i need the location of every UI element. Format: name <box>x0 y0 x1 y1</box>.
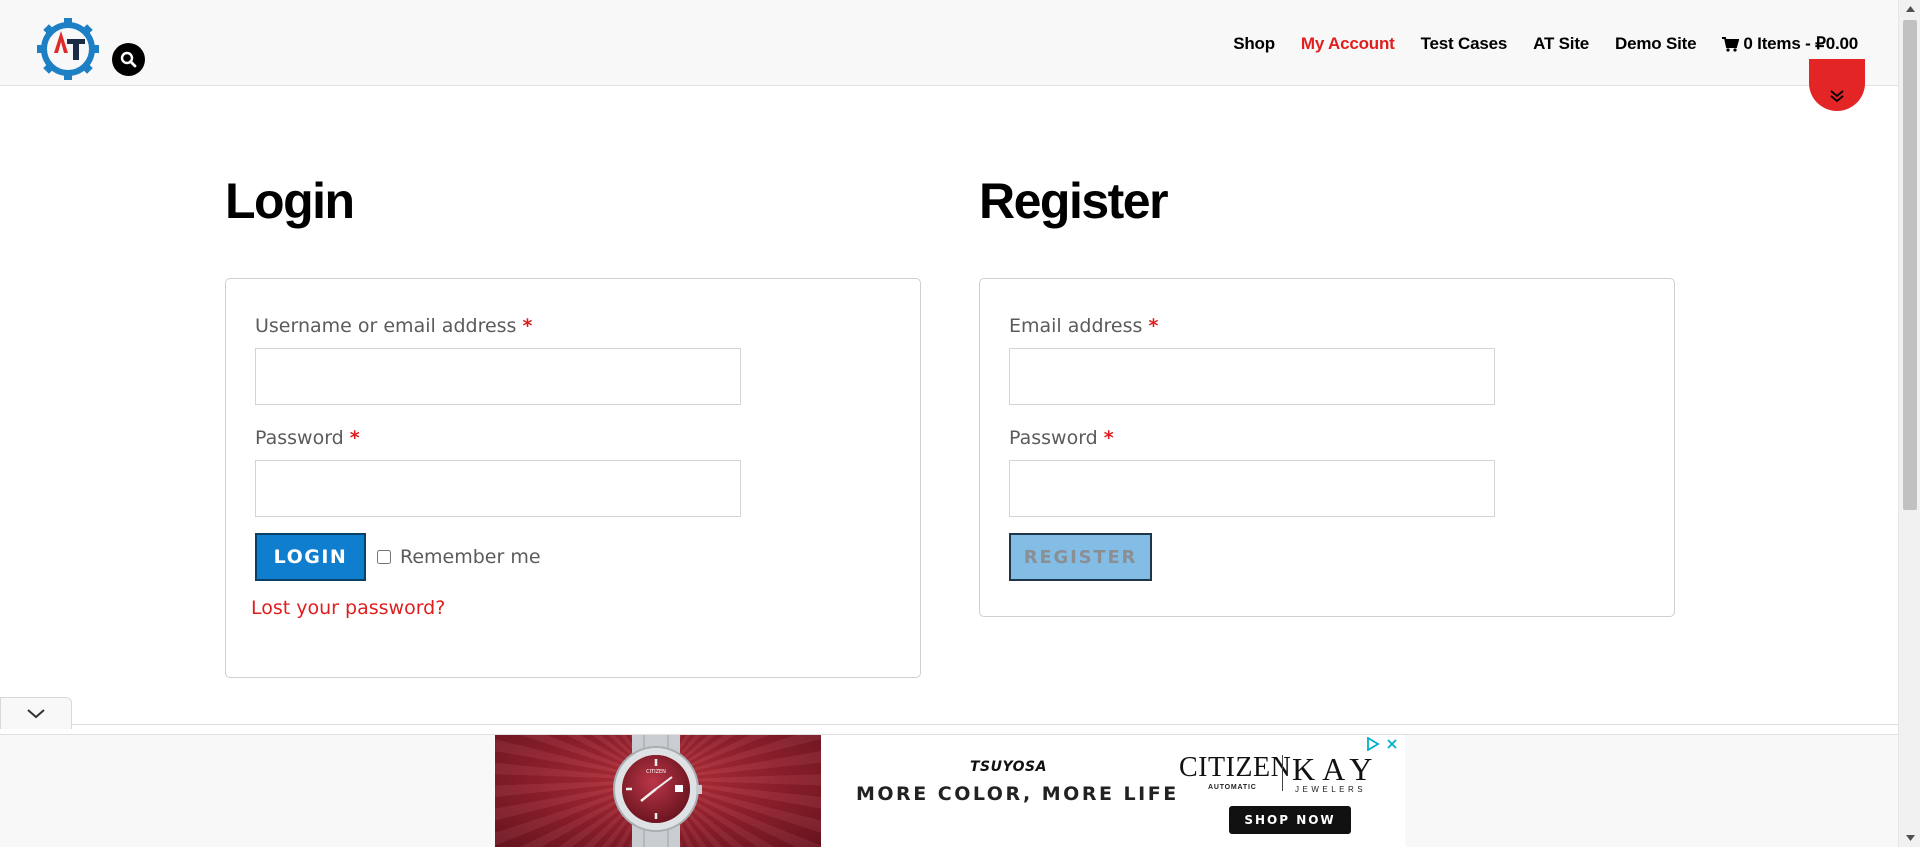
gear-logo-icon <box>37 18 99 80</box>
caret-up-icon <box>1905 6 1915 12</box>
chevrons-down-icon <box>1830 90 1844 103</box>
register-password-label-text: Password <box>1009 427 1098 449</box>
caret-down-icon <box>1905 835 1915 841</box>
page-scrollbar[interactable] <box>1898 0 1920 847</box>
login-password-input[interactable] <box>255 460 741 517</box>
ad-kay-logo: KAY <box>1292 751 1380 787</box>
watch-image: CITIZEN <box>613 735 702 847</box>
email-label: Email address * <box>1009 315 1158 337</box>
ad-collapse-button[interactable] <box>0 697 72 729</box>
site-header: Shop My Account Test Cases AT Site Demo … <box>0 0 1898 86</box>
scroll-up-arrow[interactable] <box>1899 0 1920 18</box>
ad-choices[interactable] <box>1366 737 1398 751</box>
nav-demo-site[interactable]: Demo Site <box>1615 34 1697 54</box>
search-button[interactable] <box>112 43 145 76</box>
watch-dial-brand: CITIZEN <box>646 769 666 775</box>
register-password-label: Password * <box>1009 427 1114 449</box>
register-title: Register <box>979 173 1169 229</box>
adchoices-icon[interactable] <box>1366 737 1380 751</box>
email-label-text: Email address <box>1009 315 1143 337</box>
required-mark: * <box>349 427 360 449</box>
nav-at-site[interactable]: AT Site <box>1533 34 1589 54</box>
nav-cart[interactable]: 0 Items - ₽0.00 <box>1722 34 1858 54</box>
username-input[interactable] <box>255 348 741 405</box>
ad-logo-separator <box>1282 755 1283 791</box>
remember-me-checkbox[interactable] <box>377 550 391 564</box>
ad-shop-now-button[interactable]: SHOP NOW <box>1229 806 1351 834</box>
nav-test-cases[interactable]: Test Cases <box>1421 34 1508 54</box>
register-email-input[interactable] <box>1009 348 1495 405</box>
username-label-text: Username or email address <box>255 315 517 337</box>
ad-tagline: MORE COLOR, MORE LIFE <box>856 783 1179 805</box>
lost-password-link[interactable]: Lost your password? <box>251 597 445 619</box>
ad-citizen-logo: CITIZEN <box>1179 752 1292 783</box>
ad-image: CITIZEN <box>495 735 821 847</box>
ad-divider <box>0 724 1898 725</box>
cart-summary: 0 Items - ₽0.00 <box>1743 34 1858 53</box>
register-form: Email address * Password * REGISTER <box>979 278 1675 617</box>
close-icon[interactable] <box>1386 738 1398 750</box>
required-mark: * <box>522 315 533 337</box>
site-logo[interactable] <box>36 17 100 81</box>
required-mark: * <box>1148 315 1159 337</box>
required-mark: * <box>1103 427 1114 449</box>
cart-icon <box>1722 36 1740 52</box>
nav-shop[interactable]: Shop <box>1233 34 1275 54</box>
main-nav: Shop My Account Test Cases AT Site Demo … <box>1233 34 1858 54</box>
ad-citizen-sub: AUTOMATIC <box>1208 784 1257 791</box>
ad-brand-small: TSUYOSA <box>970 759 1047 775</box>
scroll-down-arrow[interactable] <box>1899 829 1920 847</box>
login-form: Username or email address * Password * L… <box>225 278 921 678</box>
login-title: Login <box>225 173 355 229</box>
search-icon <box>120 51 137 68</box>
remember-me[interactable]: Remember me <box>377 546 541 568</box>
remember-me-label: Remember me <box>400 546 541 568</box>
username-label: Username or email address * <box>255 315 532 337</box>
ad-kay-sub: JEWELERS <box>1295 785 1367 794</box>
register-password-input[interactable] <box>1009 460 1495 517</box>
chevron-down-icon <box>27 708 45 718</box>
login-password-label-text: Password <box>255 427 344 449</box>
login-password-label: Password * <box>255 427 360 449</box>
scroll-thumb[interactable] <box>1903 20 1917 510</box>
scroll-toggle-button[interactable] <box>1809 59 1865 111</box>
ad-banner[interactable]: CITIZEN TSUYOSA MORE COLOR, MORE LIFE CI… <box>495 735 1405 847</box>
nav-my-account[interactable]: My Account <box>1301 34 1395 54</box>
login-button[interactable]: LOGIN <box>255 533 366 581</box>
register-button[interactable]: REGISTER <box>1009 533 1152 581</box>
